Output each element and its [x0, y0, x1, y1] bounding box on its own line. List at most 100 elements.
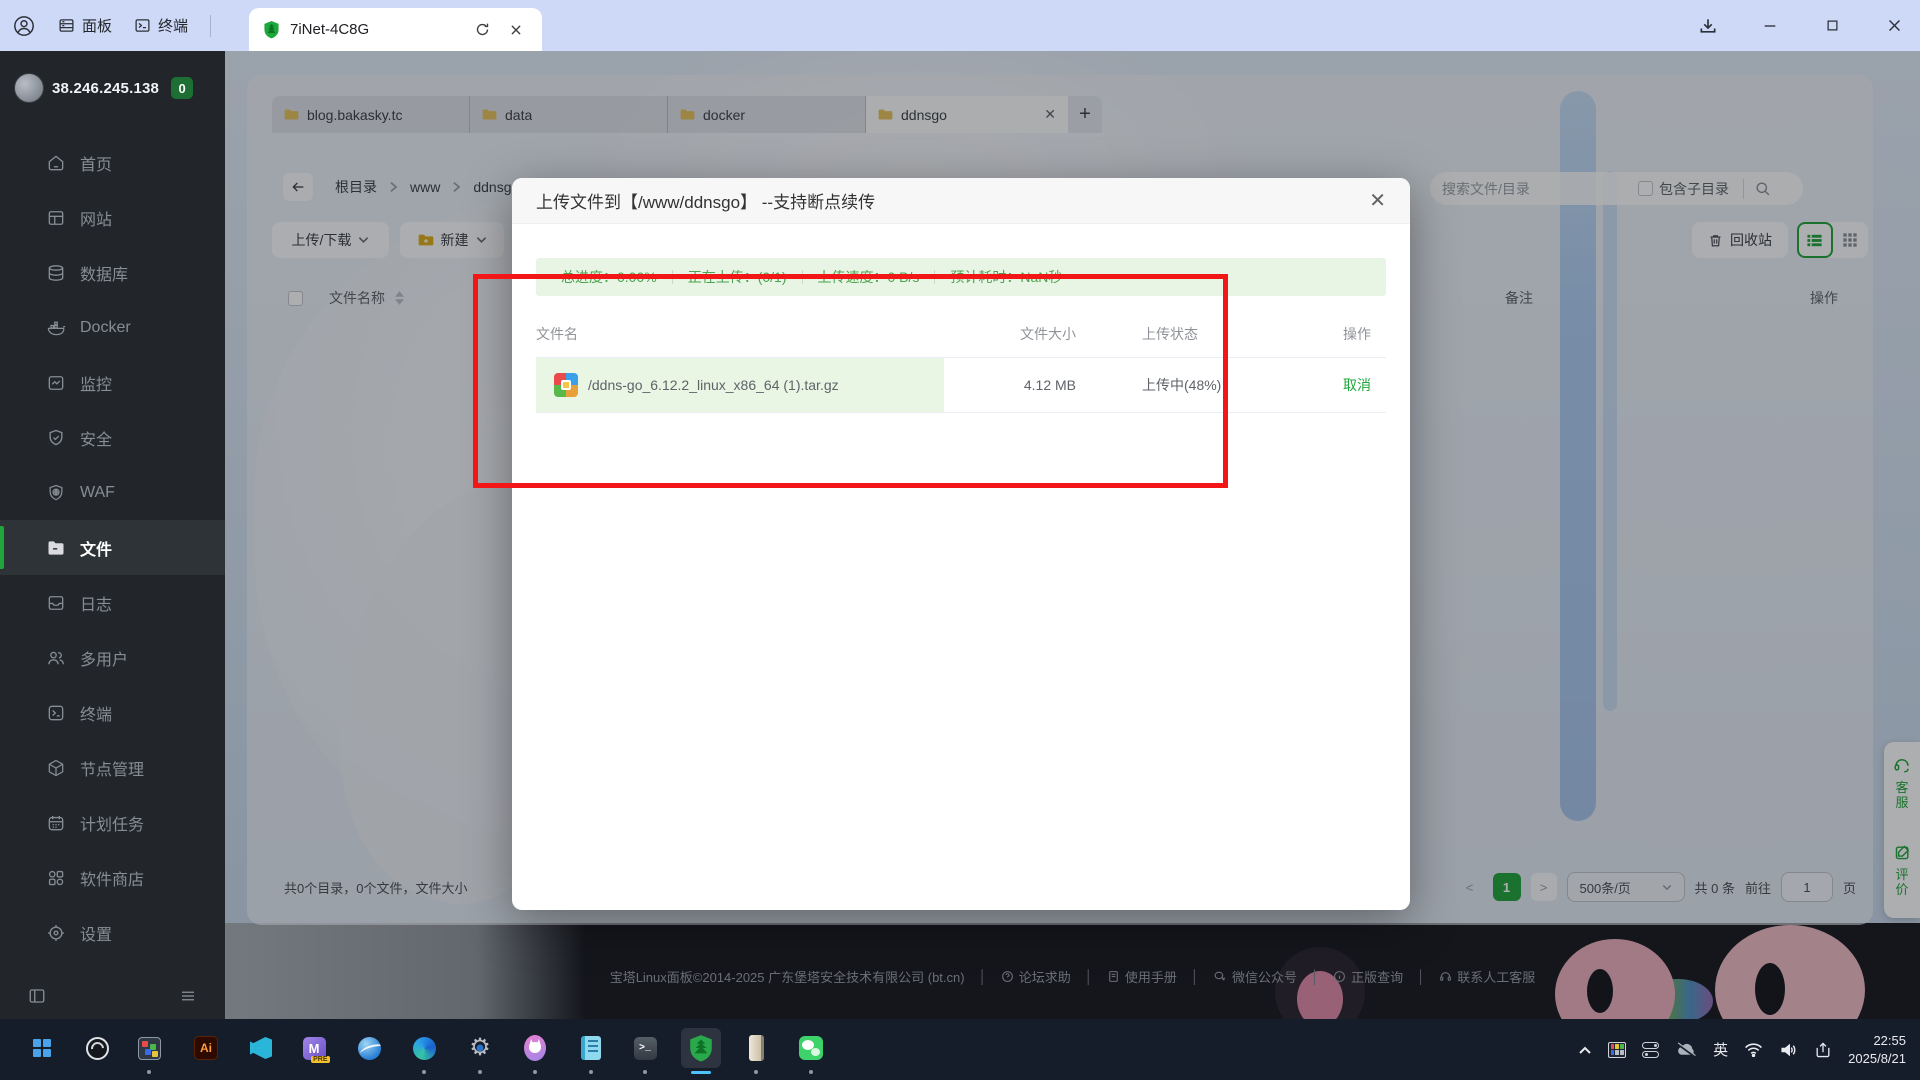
upload-col-action: 操作 [1306, 324, 1386, 344]
sidebar-item-files[interactable]: 文件 [0, 520, 225, 575]
m-app-icon[interactable]: MPRE [294, 1028, 334, 1068]
session-refresh-icon[interactable] [470, 18, 494, 42]
sidebar-item-label: 计划任务 [80, 811, 144, 835]
onedrive-paused-icon[interactable] [1675, 1042, 1697, 1058]
door-app-icon[interactable] [736, 1028, 776, 1068]
node-cube-icon [46, 758, 66, 778]
close-window-button[interactable] [1882, 14, 1906, 38]
sidebar-item-nodes[interactable]: 节点管理 [0, 740, 225, 795]
database-icon [46, 263, 66, 283]
sidebar-item-multiuser[interactable]: 多用户 [0, 630, 225, 685]
sidebar-item-label: 首页 [80, 151, 112, 175]
bt-shield-icon [263, 20, 280, 39]
panel-grid-icon [58, 17, 75, 34]
maximize-button[interactable] [1820, 14, 1844, 38]
sidebar-item-settings[interactable]: 设置 [0, 905, 225, 960]
windows-terminal-icon[interactable]: >_ [625, 1028, 665, 1068]
sidebar-item-cron[interactable]: 计划任务 [0, 795, 225, 850]
menu-list-icon[interactable] [179, 987, 197, 1005]
browser-globe-icon[interactable] [349, 1028, 389, 1068]
sidebar-item-security[interactable]: 安全 [0, 410, 225, 465]
session-close-icon[interactable] [504, 18, 528, 42]
settings-gear-icon [46, 923, 66, 943]
taskbar: Ai MPRE ⚙ >_ 英 22:55 2025/8/21 [0, 1019, 1920, 1080]
upload-modal-title: 上传文件到【/www/ddnsgo】 --支持断点续传 [536, 188, 875, 213]
docker-icon [46, 318, 66, 338]
calendar-icon [46, 813, 66, 833]
toggle-tray-icon[interactable] [1642, 1042, 1659, 1058]
avatar [14, 73, 44, 103]
edge-icon[interactable] [404, 1028, 444, 1068]
terminal-menu-button[interactable]: 终端 [134, 15, 188, 36]
system-tray: 英 22:55 2025/8/21 [1578, 1019, 1920, 1080]
website-icon [46, 208, 66, 228]
sidebar-item-waf[interactable]: WAF [0, 465, 225, 520]
server-ip: 38.246.245.138 [52, 80, 159, 97]
sidebar-item-label: 多用户 [80, 646, 128, 670]
sidebar-item-docker[interactable]: Docker [0, 300, 225, 355]
sidebar-item-home[interactable]: 首页 [0, 135, 225, 190]
monitor-chart-icon [46, 373, 66, 393]
collapse-sidebar-icon[interactable] [28, 987, 46, 1005]
color-tool-tray-icon[interactable] [1608, 1042, 1626, 1058]
titlebar-divider [210, 15, 211, 37]
home-icon [46, 153, 66, 173]
clock-time: 22:55 [1848, 1032, 1906, 1050]
panel-menu-label: 面板 [82, 15, 112, 36]
volume-icon[interactable] [1779, 1042, 1798, 1058]
screen: 面板 终端 7iNet-4C8G [0, 0, 1920, 1080]
remote-desktop-titlebar: 面板 终端 7iNet-4C8G [0, 0, 1920, 51]
sidebar-item-label: 监控 [80, 371, 112, 395]
sidebar-item-label: 网站 [80, 206, 112, 230]
profile-icon[interactable] [12, 14, 36, 38]
users-icon [46, 648, 66, 668]
sidebar-item-label: 软件商店 [80, 866, 144, 890]
settings-gear-icon[interactable]: ⚙ [460, 1028, 500, 1068]
sidebar-item-label: 节点管理 [80, 756, 144, 780]
powertoys-terminal-icon[interactable] [129, 1028, 169, 1068]
illustrator-icon[interactable]: Ai [186, 1028, 226, 1068]
start-button[interactable] [22, 1028, 62, 1068]
obs-icon[interactable] [77, 1028, 117, 1068]
wechat-icon[interactable] [791, 1028, 831, 1068]
notification-badge: 0 [171, 77, 193, 99]
terminal-icon [46, 703, 66, 723]
sidebar-item-monitor[interactable]: 监控 [0, 355, 225, 410]
download-icon[interactable] [1696, 14, 1720, 38]
cat-app-icon[interactable] [515, 1028, 555, 1068]
cancel-upload-link[interactable]: 取消 [1343, 377, 1371, 393]
panel-menu-button[interactable]: 面板 [58, 15, 112, 36]
annotation-rectangle [473, 274, 1228, 488]
sidebar-item-terminal[interactable]: 终端 [0, 685, 225, 740]
battery-tray-icon[interactable] [1814, 1042, 1832, 1058]
folder-icon [46, 538, 66, 558]
wifi-icon[interactable] [1744, 1042, 1763, 1057]
sidebar-item-label: WAF [80, 484, 115, 502]
sidebar-item-logs[interactable]: 日志 [0, 575, 225, 630]
sidebar-item-database[interactable]: 数据库 [0, 245, 225, 300]
vscode-icon[interactable] [241, 1028, 281, 1068]
bt-panel-icon[interactable] [681, 1028, 721, 1068]
sidebar-item-website[interactable]: 网站 [0, 190, 225, 245]
clock[interactable]: 22:55 2025/8/21 [1848, 1032, 1906, 1067]
sidebar-item-label: 文件 [80, 536, 112, 560]
sidebar-item-label: 日志 [80, 591, 112, 615]
sidebar-item-label: 数据库 [80, 261, 128, 285]
close-modal-icon[interactable]: ✕ [1369, 191, 1386, 211]
app-store-icon [46, 868, 66, 888]
ime-indicator[interactable]: 英 [1713, 1039, 1728, 1060]
tray-expand-icon[interactable] [1578, 1045, 1592, 1055]
sidebar-item-label: 终端 [80, 701, 112, 725]
clock-date: 2025/8/21 [1848, 1050, 1906, 1068]
server-identity[interactable]: 38.246.245.138 0 [14, 73, 193, 103]
shield-check-icon [46, 428, 66, 448]
waf-globe-shield-icon [46, 483, 66, 503]
sidebar-item-appstore[interactable]: 软件商店 [0, 850, 225, 905]
log-inbox-icon [46, 593, 66, 613]
terminal-menu-label: 终端 [158, 15, 188, 36]
minimize-button[interactable] [1758, 14, 1782, 38]
notepad-icon[interactable] [571, 1028, 611, 1068]
sidebar-item-label: 安全 [80, 426, 112, 450]
bt-shield-icon [688, 1034, 714, 1062]
session-tab[interactable]: 7iNet-4C8G [249, 8, 542, 51]
